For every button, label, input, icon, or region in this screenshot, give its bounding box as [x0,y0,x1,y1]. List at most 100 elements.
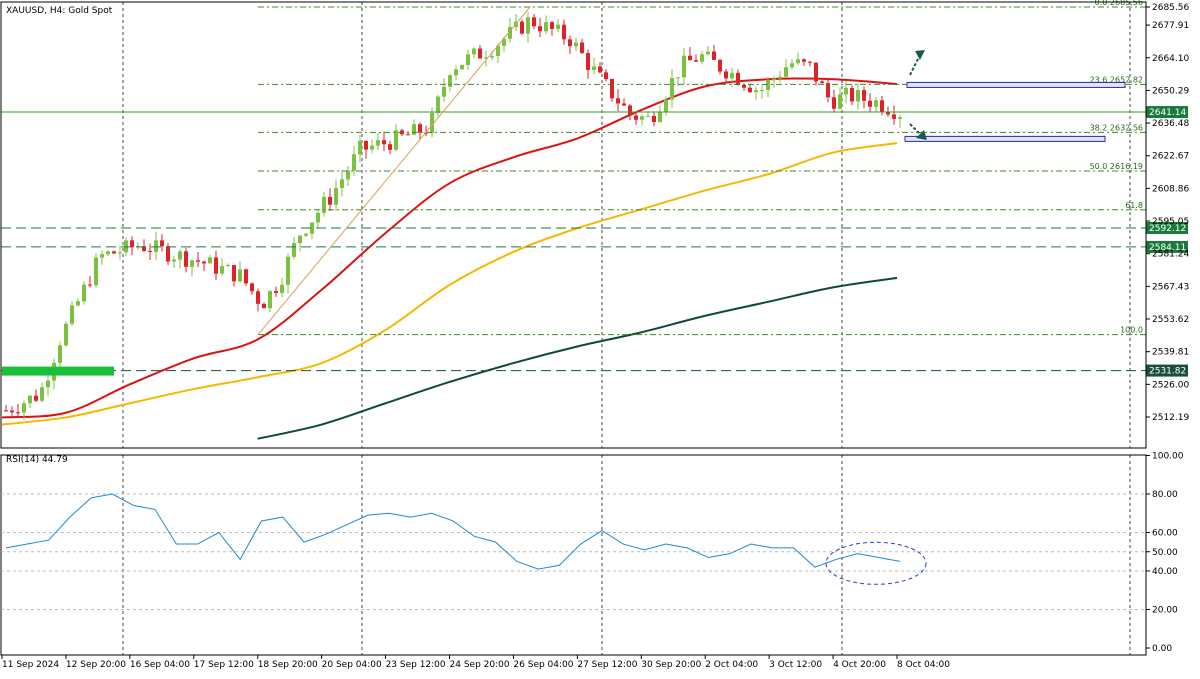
candle-bear[interactable] [820,81,824,84]
candle-bear[interactable] [520,21,524,34]
candle-bull[interactable] [340,179,344,189]
candle-bull[interactable] [124,240,128,253]
candle-bear[interactable] [202,261,206,264]
candle-bull[interactable] [40,387,44,401]
candle-bear[interactable] [256,291,260,304]
candle-bear[interactable] [88,284,92,286]
candle-bull[interactable] [670,78,674,100]
candle-bull[interactable] [676,77,680,79]
candle-bull[interactable] [844,87,848,95]
candle-bear[interactable] [196,260,200,262]
candle-bear[interactable] [328,196,332,205]
candle-bear[interactable] [388,144,392,150]
candle-bull[interactable] [178,251,182,260]
candle-bear[interactable] [250,283,254,292]
candle-bear[interactable] [808,61,812,63]
candle-bear[interactable] [868,100,872,107]
candle-bull[interactable] [22,403,26,413]
candle-bull[interactable] [280,284,284,293]
candle-bull[interactable] [292,243,296,257]
candle-bull[interactable] [298,235,302,244]
candle-bear[interactable] [160,240,164,247]
candle-bear[interactable] [130,240,134,248]
candle-bull[interactable] [316,212,320,223]
candle-bull[interactable] [838,94,842,109]
candle-bear[interactable] [826,83,830,98]
candle-bull[interactable] [664,99,668,112]
candle-bear[interactable] [652,115,656,122]
candle-bull[interactable] [106,251,110,255]
candle-bear[interactable] [586,53,590,70]
candle-bull[interactable] [190,260,194,267]
candle-bull[interactable] [778,76,782,79]
candle-bull[interactable] [154,240,158,252]
candle-bear[interactable] [736,72,740,85]
candle-bull[interactable] [466,54,470,65]
candle-bull[interactable] [286,256,290,285]
candle-bear[interactable] [478,48,482,59]
candle-bull[interactable] [790,63,794,68]
candle-bull[interactable] [394,130,398,150]
candle-bear[interactable] [892,114,896,119]
candle-bear[interactable] [364,140,368,150]
candle-bull[interactable] [358,140,362,155]
candle-bull[interactable] [766,80,770,90]
candle-bull[interactable] [28,395,32,404]
candle-bull[interactable] [268,291,272,309]
candle-bull[interactable] [334,188,338,205]
candle-bull[interactable] [574,42,578,47]
candle-bull[interactable] [682,55,686,78]
candle-bull[interactable] [172,259,176,262]
candle-bull[interactable] [412,124,416,135]
candle-bear[interactable] [406,134,410,136]
candle-bull[interactable] [94,257,98,286]
candle-bear[interactable] [802,59,806,62]
candle-bull[interactable] [64,323,68,346]
candle-bull[interactable] [82,284,86,302]
candle-bull[interactable] [376,140,380,146]
candle-bear[interactable] [184,251,188,267]
candle-bear[interactable] [562,24,566,40]
candle-bull[interactable] [448,75,452,87]
candle-bull[interactable] [304,233,308,236]
candle-bear[interactable] [148,250,152,252]
candle-bull[interactable] [352,154,356,171]
candle-bear[interactable] [34,395,38,401]
candle-bull[interactable] [646,115,650,117]
candle-bear[interactable] [598,66,602,73]
candle-bear[interactable] [616,98,620,104]
candlestick-layer[interactable] [4,11,902,420]
candle-bear[interactable] [712,51,716,60]
candle-bear[interactable] [16,412,20,414]
candle-bull[interactable] [346,170,350,180]
candle-bear[interactable] [244,269,248,284]
candle-bull[interactable] [76,301,80,306]
candle-bear[interactable] [610,79,614,99]
candle-bull[interactable] [772,78,776,81]
candle-bear[interactable] [742,84,746,88]
candle-bear[interactable] [622,103,626,106]
candle-bull[interactable] [658,111,662,122]
candle-bull[interactable] [46,380,50,388]
candle-bull[interactable] [706,51,710,55]
candle-bull[interactable] [760,89,764,91]
candle-bull[interactable] [100,254,104,258]
candle-bear[interactable] [580,42,584,54]
candle-bear[interactable] [718,59,722,72]
candle-bear[interactable] [694,60,698,62]
candle-bear[interactable] [214,257,218,274]
candle-bull[interactable] [460,64,464,70]
candle-bear[interactable] [166,246,170,262]
candle-bull[interactable] [556,24,560,29]
candle-bear[interactable] [724,71,728,79]
candle-bull[interactable] [322,196,326,213]
candle-bull[interactable] [118,252,122,254]
candle-bull[interactable] [592,66,596,70]
candle-bull[interactable] [442,86,446,97]
candle-bear[interactable] [4,410,8,412]
candle-bear[interactable] [748,87,752,93]
candle-bear[interactable] [814,62,818,82]
candle-bear[interactable] [850,87,854,102]
candle-bull[interactable] [640,116,644,120]
candle-bear[interactable] [274,291,278,293]
